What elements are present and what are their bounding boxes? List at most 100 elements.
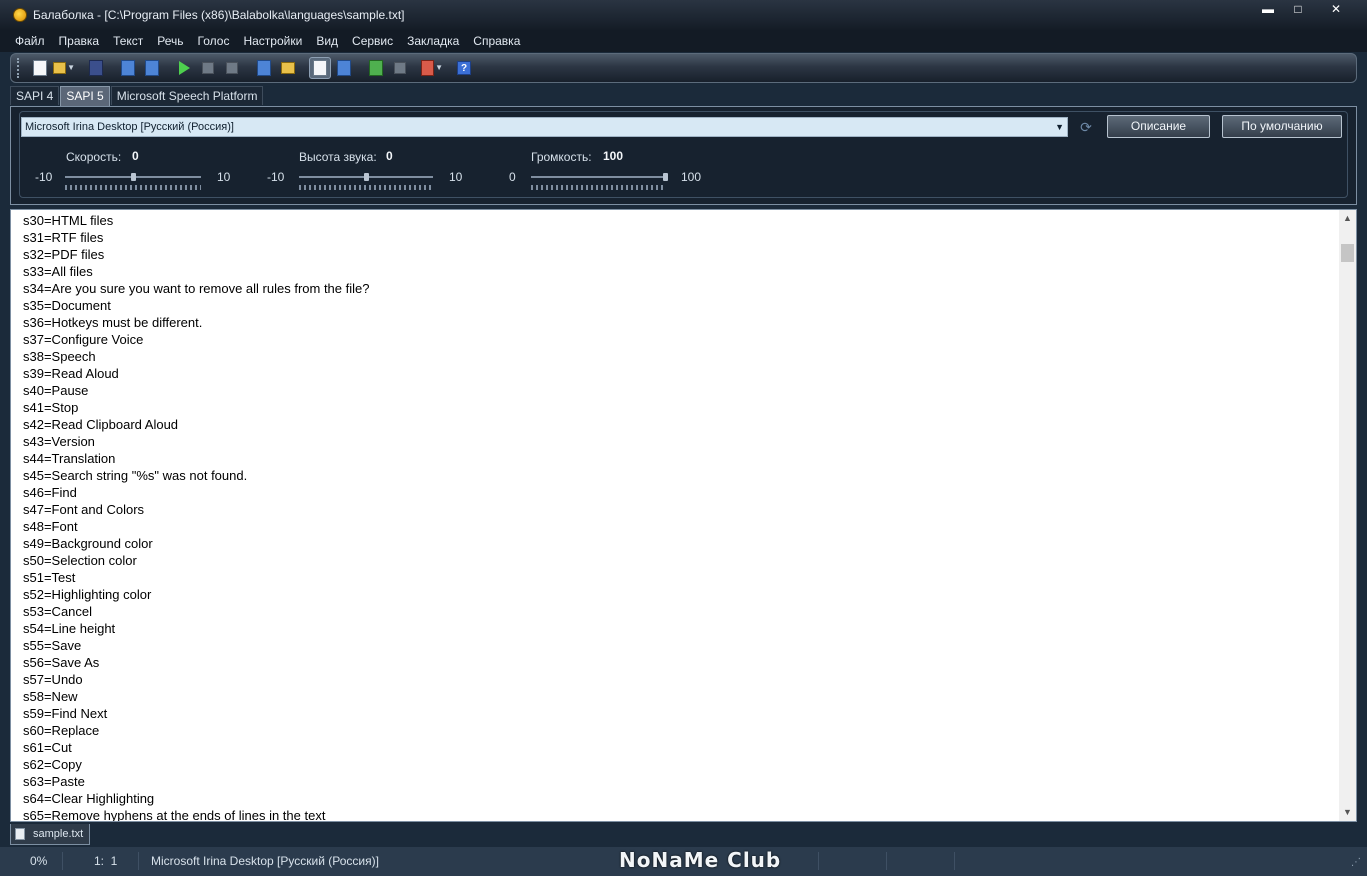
text-line: s34=Are you sure you want to remove all … xyxy=(23,281,370,296)
pitch-slider-group: Высота звука: 0 -10 10 xyxy=(265,147,475,192)
text-line: s65=Remove hyphens at the ends of lines … xyxy=(23,808,326,822)
text-line: s50=Selection color xyxy=(23,553,137,568)
maximize-button[interactable]: □ xyxy=(1283,0,1313,18)
play-icon[interactable] xyxy=(173,57,195,79)
scrollbar-thumb[interactable] xyxy=(1341,244,1354,262)
spelling-icon[interactable] xyxy=(333,57,355,79)
text-line: s53=Cancel xyxy=(23,604,93,619)
vertical-scrollbar[interactable]: ▲ ▼ xyxy=(1339,210,1356,821)
text-line: s45=Search string "%s" was not found. xyxy=(23,468,248,483)
text-line: s44=Translation xyxy=(23,451,116,466)
text-line: s64=Clear Highlighting xyxy=(23,791,155,806)
minimize-button[interactable]: ▬ xyxy=(1253,0,1283,18)
chevron-down-icon[interactable]: ▼ xyxy=(1055,118,1064,136)
menu-bookmark[interactable]: Закладка xyxy=(400,30,466,52)
pause-icon[interactable] xyxy=(197,57,219,79)
text-line: s38=Speech xyxy=(23,349,96,364)
pitch-label: Высота звука: xyxy=(299,150,377,164)
window-title: Балаболка - [C:\Program Files (x86)\Bala… xyxy=(33,8,405,22)
menu-bar: Файл Правка Текст Речь Голос Настройки В… xyxy=(0,30,1367,52)
open-folder-icon[interactable]: ▼ xyxy=(53,57,75,79)
title-bar: Балаболка - [C:\Program Files (x86)\Bala… xyxy=(0,0,1367,30)
status-cursor-position: 1: 1 xyxy=(94,854,118,868)
volume-slider-thumb[interactable] xyxy=(662,173,668,181)
text-line: s36=Hotkeys must be different. xyxy=(23,315,203,330)
text-line: s35=Document xyxy=(23,298,111,313)
text-line: s57=Undo xyxy=(23,672,83,687)
text-line: s58=New xyxy=(23,689,78,704)
text-line: s33=All files xyxy=(23,264,93,279)
resize-grip-icon[interactable]: ⋰ xyxy=(1351,857,1361,868)
menu-view[interactable]: Вид xyxy=(309,30,345,52)
window-controls: ▬ □ ✕ xyxy=(1253,0,1359,18)
open-clipboard-icon[interactable] xyxy=(277,57,299,79)
text-line: s62=Copy xyxy=(23,757,82,772)
volume-label: Громкость: xyxy=(531,150,592,164)
read-clipboard-icon[interactable] xyxy=(253,57,275,79)
menu-voice[interactable]: Голос xyxy=(191,30,237,52)
toolbar-grip[interactable] xyxy=(17,58,21,78)
voice-panel: Microsoft Irina Desktop [Русский (Россия… xyxy=(10,106,1357,205)
pitch-slider-thumb[interactable] xyxy=(363,173,369,181)
rate-min: -10 xyxy=(35,170,53,184)
volume-max: 100 xyxy=(681,170,702,184)
merge-icon[interactable] xyxy=(389,57,411,79)
close-button[interactable]: ✕ xyxy=(1313,0,1359,18)
tab-sapi4[interactable]: SAPI 4 xyxy=(10,86,60,105)
engine-tabs: SAPI 4 SAPI 5 Microsoft Speech Platform xyxy=(10,86,264,106)
menu-file[interactable]: Файл xyxy=(8,30,52,52)
text-line: s40=Pause xyxy=(23,383,89,398)
status-bar: 0% 1: 1 Microsoft Irina Desktop [Русский… xyxy=(0,847,1367,876)
editor-text[interactable]: s30=HTML files s31=RTF files s32=PDF fil… xyxy=(23,212,370,822)
rate-slider-thumb[interactable] xyxy=(130,173,136,181)
tab-label: sample.txt xyxy=(33,828,84,840)
menu-edit[interactable]: Правка xyxy=(52,30,107,52)
menu-tools[interactable]: Сервис xyxy=(345,30,400,52)
voice-select-value: Microsoft Irina Desktop [Русский (Россия… xyxy=(25,121,234,133)
convert-batch-icon[interactable] xyxy=(141,57,163,79)
text-line: s42=Read Clipboard Aloud xyxy=(23,417,179,432)
text-line: s47=Font and Colors xyxy=(23,502,145,517)
text-line: s63=Paste xyxy=(23,774,85,789)
help-icon[interactable]: ? xyxy=(453,57,475,79)
defaults-button[interactable]: По умолчанию xyxy=(1222,115,1342,138)
volume-slider-track[interactable] xyxy=(531,176,665,178)
stop-icon[interactable] xyxy=(221,57,243,79)
text-line: s39=Read Aloud xyxy=(23,366,119,381)
text-line: s48=Font xyxy=(23,519,78,534)
text-line: s59=Find Next xyxy=(23,706,108,721)
text-line: s51=Test xyxy=(23,570,76,585)
text-line: s55=Save xyxy=(23,638,82,653)
describe-button[interactable]: Описание xyxy=(1107,115,1210,138)
text-editor-icon[interactable] xyxy=(309,57,331,79)
text-line: s31=RTF files xyxy=(23,230,104,245)
tab-sapi5[interactable]: SAPI 5 xyxy=(60,86,110,106)
text-line: s43=Version xyxy=(23,434,95,449)
rate-slider-ticks xyxy=(65,185,201,190)
rate-slider-group: Скорость: 0 -10 10 xyxy=(31,147,241,192)
app-icon xyxy=(13,8,27,22)
tab-sample-file[interactable]: sample.txt xyxy=(10,824,91,845)
tab-speech-platform[interactable]: Microsoft Speech Platform xyxy=(110,86,264,105)
convert-icon[interactable] xyxy=(117,57,139,79)
scroll-up-icon[interactable]: ▲ xyxy=(1339,210,1356,227)
text-editor[interactable]: s30=HTML files s31=RTF files s32=PDF fil… xyxy=(10,209,1357,822)
voice-select[interactable]: Microsoft Irina Desktop [Русский (Россия… xyxy=(21,117,1068,137)
bookmark-icon[interactable]: ▼ xyxy=(421,57,443,79)
toolbar: ▼ ▼ ? xyxy=(10,53,1357,83)
save-icon[interactable] xyxy=(85,57,107,79)
menu-text[interactable]: Текст xyxy=(106,30,150,52)
text-line: s37=Configure Voice xyxy=(23,332,144,347)
refresh-icon[interactable]: ⟳ xyxy=(1078,119,1094,135)
split-icon[interactable] xyxy=(365,57,387,79)
text-line: s49=Background color xyxy=(23,536,153,551)
volume-slider-group: Громкость: 100 0 100 xyxy=(501,147,721,192)
scroll-down-icon[interactable]: ▼ xyxy=(1339,804,1356,821)
menu-help[interactable]: Справка xyxy=(466,30,527,52)
volume-min: 0 xyxy=(509,170,516,184)
new-document-icon[interactable] xyxy=(29,57,51,79)
rate-label: Скорость: xyxy=(66,150,122,164)
menu-settings[interactable]: Настройки xyxy=(236,30,309,52)
text-line: s41=Stop xyxy=(23,400,79,415)
menu-speech[interactable]: Речь xyxy=(150,30,190,52)
